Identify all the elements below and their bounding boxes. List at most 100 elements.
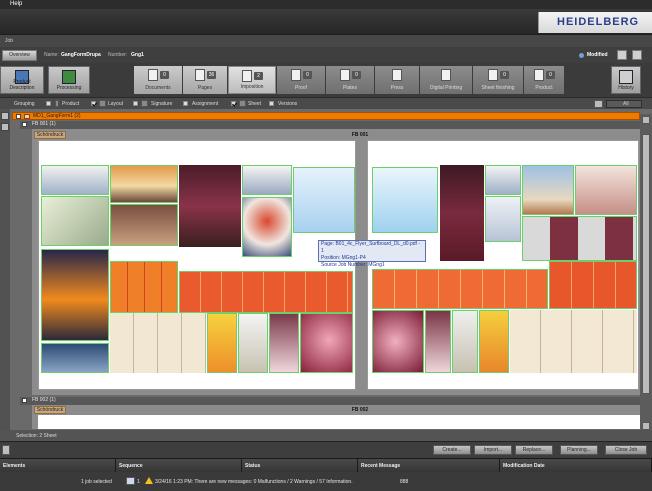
step-pages[interactable]: 36 Pages (183, 66, 227, 94)
column-modification-date[interactable]: Modification Date (500, 459, 652, 473)
import-button[interactable]: Import... (474, 445, 512, 455)
scroll-thumb[interactable] (642, 134, 650, 394)
page-thumb[interactable] (372, 269, 548, 309)
layout-view-icon[interactable] (1, 123, 9, 131)
side-tag-fb002: Schöndruck (34, 406, 66, 414)
step-documents[interactable]: 0 Documents (134, 66, 182, 94)
page-thumb[interactable] (485, 196, 521, 242)
step-digital-printing[interactable]: Digital Printing (420, 66, 472, 94)
sheet-front-left[interactable] (38, 140, 356, 390)
brand-bar: HEIDELBERG (0, 9, 652, 34)
page-thumb[interactable] (372, 167, 438, 233)
column-elements[interactable]: Elements (0, 459, 116, 473)
page-thumb[interactable] (110, 261, 178, 313)
page-thumb[interactable] (242, 197, 292, 257)
tree-row-gangform[interactable]: MD1_GangForm1 (2) (12, 112, 640, 120)
product-description-button[interactable]: Product Description (0, 66, 44, 94)
menu-help[interactable]: Help (10, 1, 22, 7)
step-product[interactable]: 0 Product (524, 66, 564, 94)
vertical-scrollbar[interactable] (640, 114, 652, 434)
page-thumb[interactable] (269, 313, 299, 373)
edit-icon[interactable] (617, 50, 627, 60)
page-thumb[interactable] (425, 310, 451, 373)
status-bar: 1 job selected 1 3/24/16 1:23 PM: There … (0, 472, 652, 491)
step-plates[interactable]: 0 Plates (326, 66, 374, 94)
view-icon[interactable] (1, 112, 9, 120)
product-label: Product (62, 101, 80, 107)
sheet-label: Sheet (248, 101, 262, 107)
page-thumb[interactable] (452, 310, 478, 373)
job-count: 1 (137, 479, 140, 485)
logo-text: HEIDELBERG (557, 16, 640, 28)
delete-icon[interactable] (632, 50, 642, 60)
page-thumb[interactable] (110, 165, 178, 203)
page-tooltip: Page: B01_4c_Flyer_Surfboard_DL_d0.pdf -… (318, 240, 426, 268)
processing-button[interactable]: Processing (48, 66, 90, 94)
expand-panel-icon[interactable] (2, 445, 10, 455)
page-thumb[interactable] (485, 165, 521, 195)
status-message[interactable]: 3/24/16 1:23 PM: There are new messages:… (155, 479, 353, 485)
page-thumb[interactable] (575, 165, 637, 215)
page-thumb[interactable] (41, 249, 109, 341)
overview-button[interactable]: Overview (2, 50, 37, 61)
page-thumb[interactable] (110, 313, 206, 373)
page-thumb[interactable] (522, 165, 574, 215)
signature-group-icon (141, 100, 148, 107)
job-icon (126, 477, 135, 485)
step-imposition[interactable]: 2 Imposition (228, 66, 276, 94)
close-job-button[interactable]: Close Job (605, 445, 647, 455)
sheet-title-fb002: FB 002 (351, 407, 369, 413)
create-button[interactable]: Create... (433, 445, 471, 455)
page-thumb[interactable] (293, 167, 355, 233)
sheet-checkbox[interactable] (231, 101, 236, 106)
tree-row-fb001[interactable]: FB 001 (1) (20, 121, 640, 129)
sheet-title-fb001: FB 001 (351, 132, 369, 138)
replace-button[interactable]: Replace... (515, 445, 553, 455)
workflow-bar: Product Description Processing 0 Documen… (0, 63, 652, 97)
page-thumb[interactable] (179, 271, 353, 313)
page-thumb[interactable] (41, 165, 109, 195)
signature-checkbox[interactable] (133, 101, 138, 106)
page-thumb[interactable] (479, 310, 509, 373)
step-sheet-finishing[interactable]: 0 Sheet finishing (473, 66, 523, 94)
page-thumb[interactable] (372, 310, 424, 373)
page-thumb[interactable] (300, 313, 353, 373)
planning-button[interactable]: Planning... (560, 445, 598, 455)
tree-row-fb002[interactable]: FB 002 (1) (20, 397, 640, 405)
filter-select[interactable]: All (606, 100, 642, 108)
page-thumb[interactable] (549, 261, 637, 309)
page-thumb[interactable] (110, 204, 178, 246)
page-thumb[interactable] (440, 165, 484, 261)
scroll-down-icon[interactable] (642, 422, 650, 430)
history-button[interactable]: History (611, 66, 641, 94)
collapse-icon[interactable] (16, 114, 21, 119)
versions-label: Versions (278, 101, 298, 107)
scroll-up-icon[interactable] (642, 116, 650, 124)
page-thumb[interactable] (510, 310, 637, 373)
collapse-icon[interactable] (22, 398, 27, 403)
sheet-front-fb002[interactable] (38, 415, 640, 429)
column-status[interactable]: Status (242, 459, 358, 473)
page-thumb[interactable] (179, 165, 241, 247)
page-thumb[interactable] (207, 313, 237, 373)
product-checkbox[interactable] (46, 101, 51, 106)
assignment-checkbox[interactable] (183, 101, 188, 106)
page-thumb[interactable] (238, 313, 268, 373)
step-proof[interactable]: 0 Proof (277, 66, 325, 94)
name-label: Name: (44, 52, 59, 58)
page-thumb[interactable] (242, 165, 292, 195)
column-sequence[interactable]: Sequence (116, 459, 242, 473)
column-recent-message[interactable]: Recent Message (358, 459, 500, 473)
page-thumb[interactable] (41, 343, 109, 373)
product-icon (534, 69, 544, 81)
warning-icon[interactable] (145, 477, 153, 484)
filter-icon[interactable] (594, 100, 603, 108)
sheet-group-icon (239, 100, 246, 107)
layout-checkbox[interactable] (91, 101, 96, 106)
page-thumb[interactable] (41, 196, 109, 246)
side-tag-fb001: Schöndruck (34, 131, 66, 139)
step-press[interactable]: Press (375, 66, 419, 94)
versions-checkbox[interactable] (269, 101, 274, 106)
page-thumb[interactable] (522, 216, 637, 261)
collapse-icon[interactable] (22, 122, 27, 127)
